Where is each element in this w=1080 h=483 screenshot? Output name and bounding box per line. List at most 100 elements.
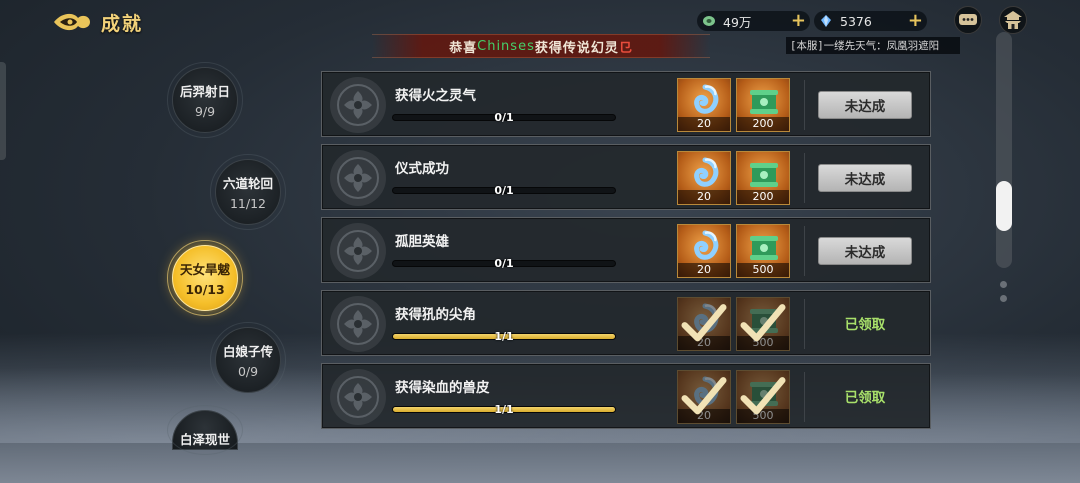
divider [804, 80, 805, 130]
achievement-name: 仪式成功 [395, 161, 449, 177]
flower-emblem-icon [337, 84, 379, 126]
tag-liudao[interactable]: 六道轮回 11/12 [210, 154, 286, 230]
pagoda-icon [1004, 11, 1022, 29]
tag-name: 白娘子传 [222, 344, 273, 359]
claimed-status: 已领取 [844, 390, 886, 406]
reward-quantity: 500 [737, 263, 789, 277]
achievement-row: 仪式成功 0/1 20 200 未达成 [321, 144, 931, 210]
tag-name: 六道轮回 [222, 176, 273, 191]
green-scroll-icon [750, 90, 778, 114]
divider [804, 226, 805, 276]
claimed-overlay [736, 370, 790, 424]
not-achieved-button[interactable]: 未达成 [818, 91, 912, 119]
progress-text: 1/1 [494, 330, 514, 343]
reward-item[interactable]: 500 [736, 224, 790, 278]
tag-tiannv[interactable]: 天女旱魃 10/13 [167, 240, 243, 316]
banner-tail: ⺋ [618, 40, 633, 56]
add-crystal-button[interactable]: + [908, 12, 923, 30]
claimed-overlay [736, 297, 790, 351]
scroll-dot [1000, 281, 1007, 288]
tag-count: 9/9 [194, 104, 216, 119]
not-achieved-button[interactable]: 未达成 [818, 237, 912, 265]
tag-bainiangzi[interactable]: 白娘子传 0/9 [210, 322, 286, 398]
scrollbar-thumb[interactable] [996, 181, 1012, 231]
add-jade-button[interactable]: + [791, 12, 806, 30]
check-icon [681, 377, 727, 415]
blue-swirl-icon [694, 230, 719, 260]
tag-name: 白泽现世 [179, 432, 230, 447]
achievement-emblem [330, 296, 386, 352]
flower-emblem-icon [337, 303, 379, 345]
tag-count: 11/12 [229, 196, 267, 211]
achievement-name: 获得染血的兽皮 [395, 380, 490, 396]
announcement-banner: 恭喜 Chinses 获得传说幻灵 ⺋ [372, 34, 710, 58]
side-drawer-handle[interactable] [0, 62, 6, 160]
scrollbar[interactable] [996, 32, 1012, 268]
banner-message: 获得传说幻灵 [534, 40, 619, 56]
cloud-back-icon [54, 13, 90, 31]
achievement-emblem [330, 77, 386, 133]
reward-item[interactable]: 200 [736, 151, 790, 205]
achievement-emblem [330, 223, 386, 279]
progress-text: 0/1 [494, 257, 514, 270]
progress-text: 0/1 [494, 184, 514, 197]
green-scroll-icon [750, 236, 778, 260]
reward-item[interactable]: 20 [677, 224, 731, 278]
check-icon [740, 377, 786, 415]
progress-text: 0/1 [494, 111, 514, 124]
reward-quantity: 20 [678, 190, 730, 204]
reward-item[interactable]: 20 [677, 78, 731, 132]
reward-item[interactable]: 200 [736, 78, 790, 132]
achievement-row: 获得火之灵气 0/1 20 200 未达成 [321, 71, 931, 137]
home-button[interactable] [999, 6, 1027, 34]
progress-text: 1/1 [494, 403, 514, 416]
flower-emblem-icon [337, 376, 379, 418]
check-icon [681, 304, 727, 342]
banner-player-name: Chinses [477, 38, 535, 54]
scroll-dot [1000, 295, 1007, 302]
tag-houyi[interactable]: 后羿射日 9/9 [167, 62, 243, 138]
flower-emblem-icon [337, 230, 379, 272]
not-achieved-button[interactable]: 未达成 [818, 164, 912, 192]
tag-count: 10/13 [185, 282, 225, 297]
achievement-list[interactable]: 获得火之灵气 0/1 20 200 未达成 仪式成功 0/1 20 200 未达成 … [321, 71, 931, 441]
jade-coin-icon [701, 13, 717, 29]
jade-currency: 49万 + [697, 11, 810, 31]
reward-quantity: 20 [678, 117, 730, 131]
blue-swirl-icon [694, 157, 719, 187]
tag-name: 天女旱魃 [179, 262, 230, 277]
chat-button[interactable] [954, 6, 982, 34]
reward-item[interactable]: 20 [677, 151, 731, 205]
claimed-overlay [677, 370, 731, 424]
tag-count: 0/9 [237, 364, 259, 379]
claimed-status: 已领取 [844, 317, 886, 333]
tag-baize[interactable]: 白泽现世 [167, 405, 243, 455]
reward-quantity: 200 [737, 190, 789, 204]
check-icon [740, 304, 786, 342]
divider [804, 299, 805, 349]
reward-quantity: 20 [678, 263, 730, 277]
achievement-row: 获得染血的兽皮 1/1 20 500 已领取 [321, 363, 931, 429]
achievement-name: 孤胆英雄 [395, 234, 449, 250]
achievement-name: 获得犼的尖角 [395, 307, 476, 323]
page-title: 成就 [101, 13, 144, 35]
achievement-row: 孤胆英雄 0/1 20 500 未达成 [321, 217, 931, 283]
achievement-emblem [330, 369, 386, 425]
jade-amount: 49万 [723, 14, 752, 30]
reward-quantity: 200 [737, 117, 789, 131]
chat-bubble-icon [959, 14, 977, 25]
achievement-emblem [330, 150, 386, 206]
divider [804, 372, 805, 422]
achievement-row: 获得犼的尖角 1/1 20 500 已领取 [321, 290, 931, 356]
tag-name: 后羿射日 [179, 84, 230, 99]
crystal-currency: 5376 + [814, 11, 927, 31]
green-scroll-icon [750, 163, 778, 187]
divider [804, 153, 805, 203]
flower-emblem-icon [337, 157, 379, 199]
blue-crystal-icon [818, 13, 834, 29]
back-button[interactable] [52, 10, 92, 34]
claimed-overlay [677, 297, 731, 351]
blue-swirl-icon [694, 84, 719, 114]
banner-prefix: 恭喜 [449, 40, 478, 56]
server-notice: [本服]一缕先天气：凤凰羽遮阳 [786, 37, 960, 54]
